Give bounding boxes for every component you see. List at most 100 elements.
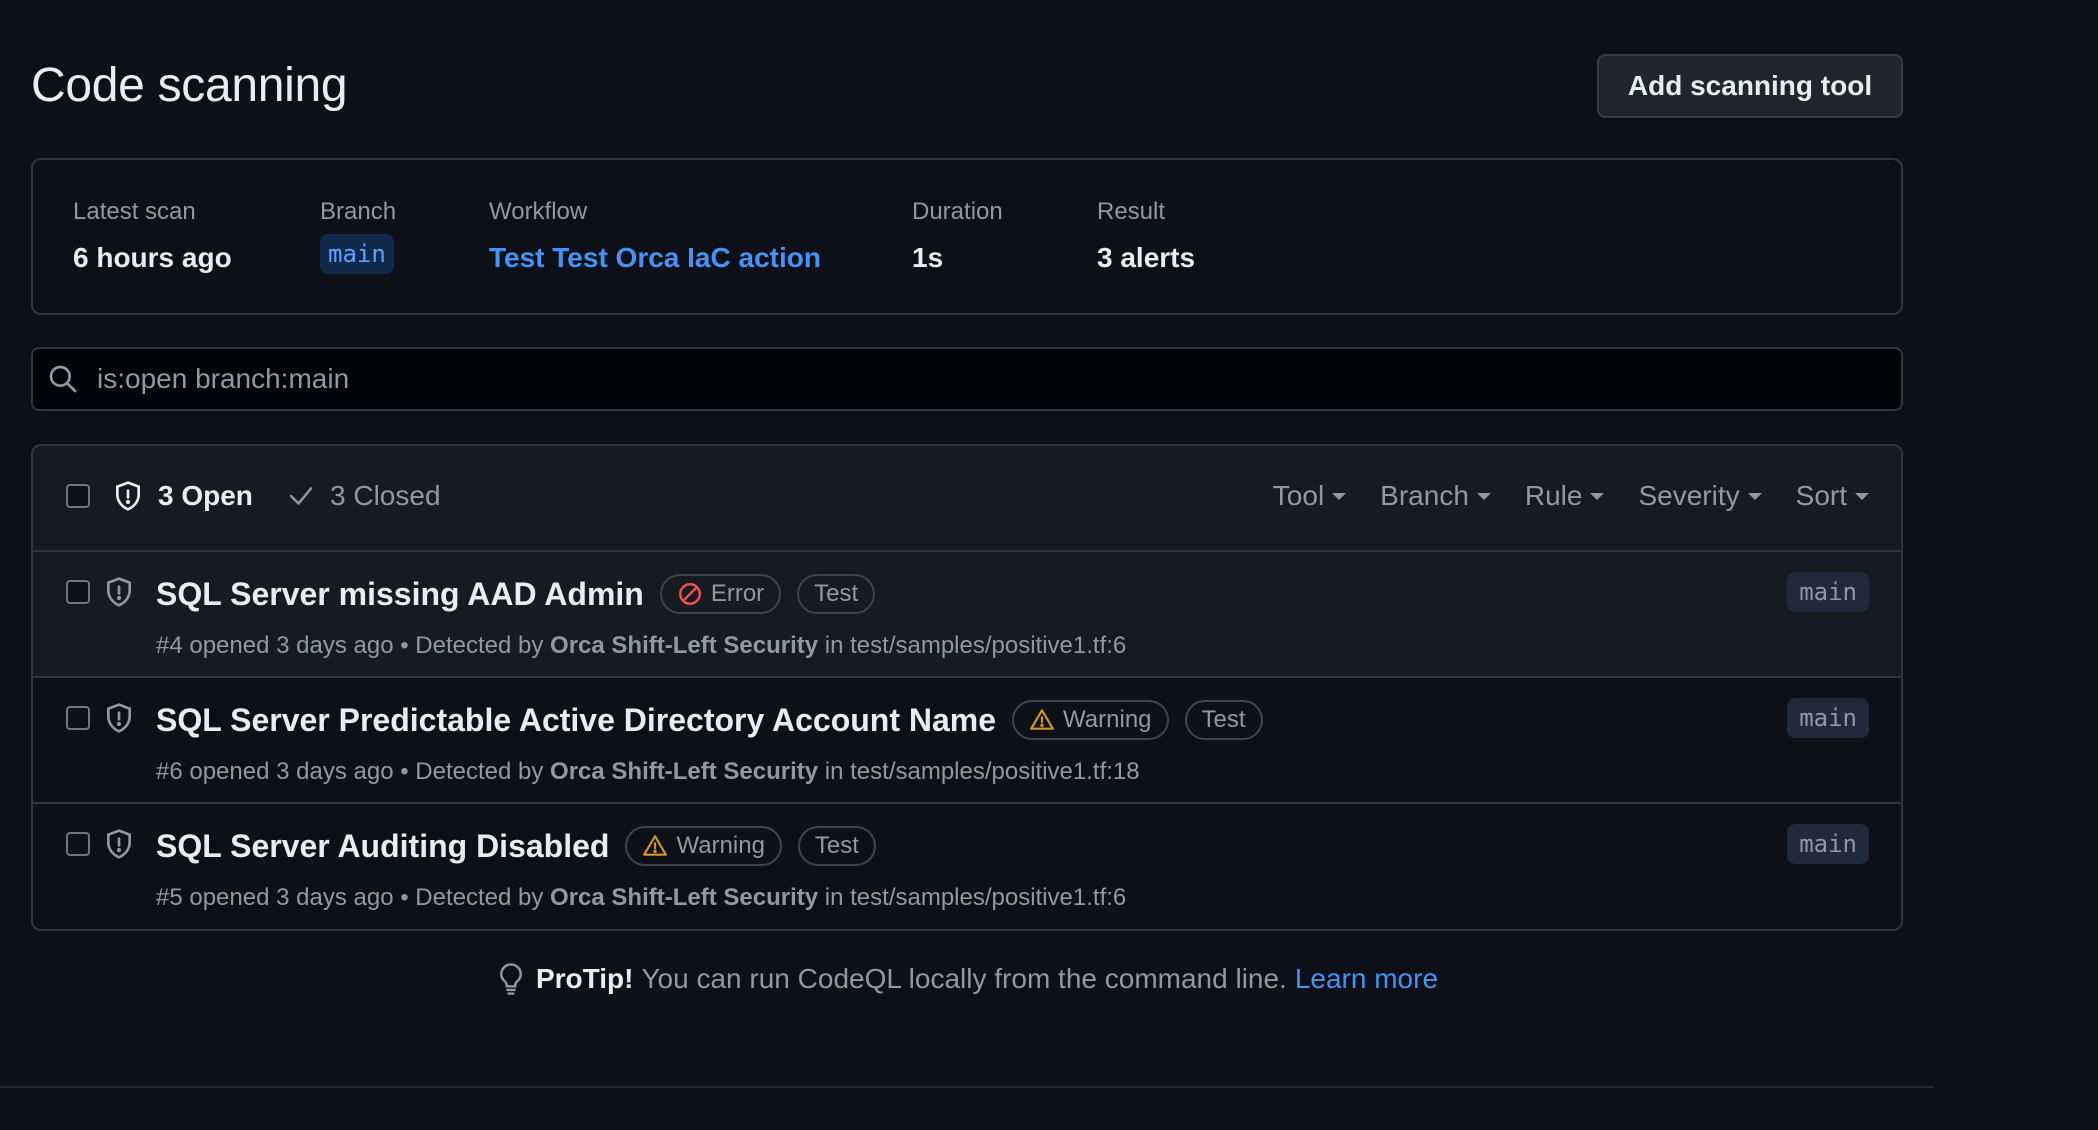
page-header: Code scanning Add scanning tool (31, 54, 1903, 118)
error-stop-icon (678, 583, 701, 605)
alert-location: test/samples/positive1.tf:6 (850, 884, 1127, 911)
severity-label: Warning (1063, 706, 1152, 733)
tab-open-label: 3 Open (158, 480, 253, 511)
severity-label: Error (710, 580, 765, 607)
alert-row[interactable]: SQL Server missing AAD Admin Error Test … (33, 552, 1901, 678)
result-value: 3 alerts (1097, 242, 1196, 273)
protip-text: You can run CodeQL locally from the comm… (641, 963, 1287, 994)
tag-badge: Test (1184, 700, 1263, 740)
search-bar[interactable] (31, 347, 1903, 411)
severity-badge: Error (659, 574, 782, 614)
tag-badge: Test (797, 574, 876, 614)
alert-row[interactable]: SQL Server Predictable Active Directory … (33, 678, 1901, 804)
branch-column: Branch main (320, 198, 396, 274)
severity-badge: Warning (1012, 700, 1169, 740)
alert-tool: Orca Shift-Left Security (550, 884, 819, 911)
severity-label: Warning (676, 832, 765, 859)
shield-alert-icon (107, 703, 131, 733)
alert-meta: #4 opened 3 days ago • Detected by Orca … (156, 632, 1126, 660)
alert-tool: Orca Shift-Left Security (550, 758, 819, 785)
filter-branch-label: Branch (1380, 480, 1469, 511)
result-label: Result (1097, 198, 1166, 225)
alert-tool: Orca Shift-Left Security (550, 632, 819, 659)
shield-alert-icon (107, 829, 131, 859)
caret-down-icon (1855, 492, 1869, 500)
alert-location-prefix: in (824, 758, 844, 785)
alert-meta: #5 opened 3 days ago • Detected by Orca … (156, 884, 1126, 912)
filter-bar: Tool Branch Rule Severity Sort (1239, 480, 1869, 512)
alert-title[interactable]: SQL Server Predictable Active Directory … (156, 702, 996, 739)
lightbulb-icon (500, 963, 522, 995)
branch-tag[interactable]: main (320, 234, 394, 274)
protip: ProTip! You can run CodeQL locally from … (0, 962, 1934, 996)
alert-number-opened: #5 opened 3 days ago (156, 884, 394, 911)
tag-badge: Test (797, 826, 876, 866)
workflow-column: Workflow Test Test Orca IaC action (489, 198, 821, 274)
learn-more-link[interactable]: Learn more (1295, 963, 1438, 995)
code-scanning-page: Code scanning Add scanning tool Latest s… (0, 0, 2098, 1130)
alert-detected-prefix: • Detected by (400, 758, 544, 785)
branch-label: Branch (320, 198, 397, 225)
search-input[interactable] (97, 363, 1797, 395)
duration-value: 1s (912, 242, 944, 273)
search-icon (49, 365, 77, 393)
filter-rule-label: Rule (1524, 480, 1583, 511)
alert-number-opened: #4 opened 3 days ago (156, 632, 394, 659)
filter-branch[interactable]: Branch (1380, 480, 1491, 512)
latest-scan-value: 6 hours ago (73, 242, 232, 273)
add-scanning-tool-button[interactable]: Add scanning tool (1597, 54, 1903, 118)
filter-tool-label: Tool (1272, 480, 1325, 511)
caret-down-icon (1747, 492, 1762, 500)
alert-row[interactable]: SQL Server Auditing Disabled Warning Tes… (33, 804, 1901, 929)
filter-sort[interactable]: Sort (1796, 480, 1869, 512)
filter-rule[interactable]: Rule (1525, 480, 1605, 512)
alert-title[interactable]: SQL Server Auditing Disabled (156, 828, 609, 865)
alert-title-line: SQL Server missing AAD Admin Error Test (156, 574, 876, 614)
caret-down-icon (1476, 492, 1491, 500)
filter-sort-label: Sort (1795, 480, 1847, 511)
duration-label: Duration (912, 198, 1003, 225)
alerts-list-header: 3 Open 3 Closed Tool Branch Rule Severit… (33, 446, 1901, 552)
warning-icon (1030, 709, 1054, 730)
select-all-checkbox[interactable] (66, 484, 90, 508)
divider (0, 1086, 1934, 1088)
alert-number-opened: #6 opened 3 days ago (156, 758, 394, 785)
alert-title-line: SQL Server Predictable Active Directory … (156, 700, 1263, 740)
alert-detected-prefix: • Detected by (400, 884, 544, 911)
alert-title[interactable]: SQL Server missing AAD Admin (156, 576, 644, 613)
duration-column: Duration 1s (912, 198, 1003, 274)
alert-checkbox[interactable] (66, 580, 90, 604)
tab-open[interactable]: 3 Open (116, 480, 253, 512)
workflow-link[interactable]: Test Test Orca IaC action (489, 242, 821, 274)
filter-severity-label: Severity (1638, 480, 1740, 511)
alert-branch-tag: main (1787, 698, 1869, 738)
shield-alert-icon (107, 577, 131, 607)
alert-location-prefix: in (824, 884, 844, 911)
latest-scan-summary: Latest scan 6 hours ago Branch main Work… (31, 158, 1903, 315)
shield-icon (116, 481, 140, 511)
latest-scan-column: Latest scan 6 hours ago (73, 198, 232, 274)
alert-location: test/samples/positive1.tf:6 (850, 632, 1127, 659)
alerts-list: 3 Open 3 Closed Tool Branch Rule Severit… (31, 444, 1903, 931)
workflow-label: Workflow (489, 198, 588, 225)
alert-checkbox[interactable] (66, 706, 90, 730)
caret-down-icon (1332, 492, 1347, 500)
alert-branch-tag: main (1787, 572, 1869, 612)
tab-closed-label: 3 Closed (330, 480, 441, 511)
tab-closed[interactable]: 3 Closed (286, 480, 441, 512)
filter-tool[interactable]: Tool (1272, 480, 1347, 512)
alert-branch-tag: main (1787, 824, 1869, 864)
alert-checkbox[interactable] (66, 832, 90, 856)
check-icon (289, 487, 313, 505)
warning-icon (643, 835, 668, 856)
page-title: Code scanning (31, 59, 348, 112)
alert-title-line: SQL Server Auditing Disabled Warning Tes… (156, 826, 876, 866)
filter-severity[interactable]: Severity (1638, 480, 1762, 512)
alert-detected-prefix: • Detected by (400, 632, 544, 659)
alert-meta: #6 opened 3 days ago • Detected by Orca … (156, 758, 1140, 786)
alert-location: test/samples/positive1.tf:18 (850, 758, 1140, 785)
protip-label: ProTip! (535, 963, 634, 994)
latest-scan-label: Latest scan (73, 198, 196, 225)
caret-down-icon (1590, 492, 1605, 500)
severity-badge: Warning (625, 826, 782, 866)
